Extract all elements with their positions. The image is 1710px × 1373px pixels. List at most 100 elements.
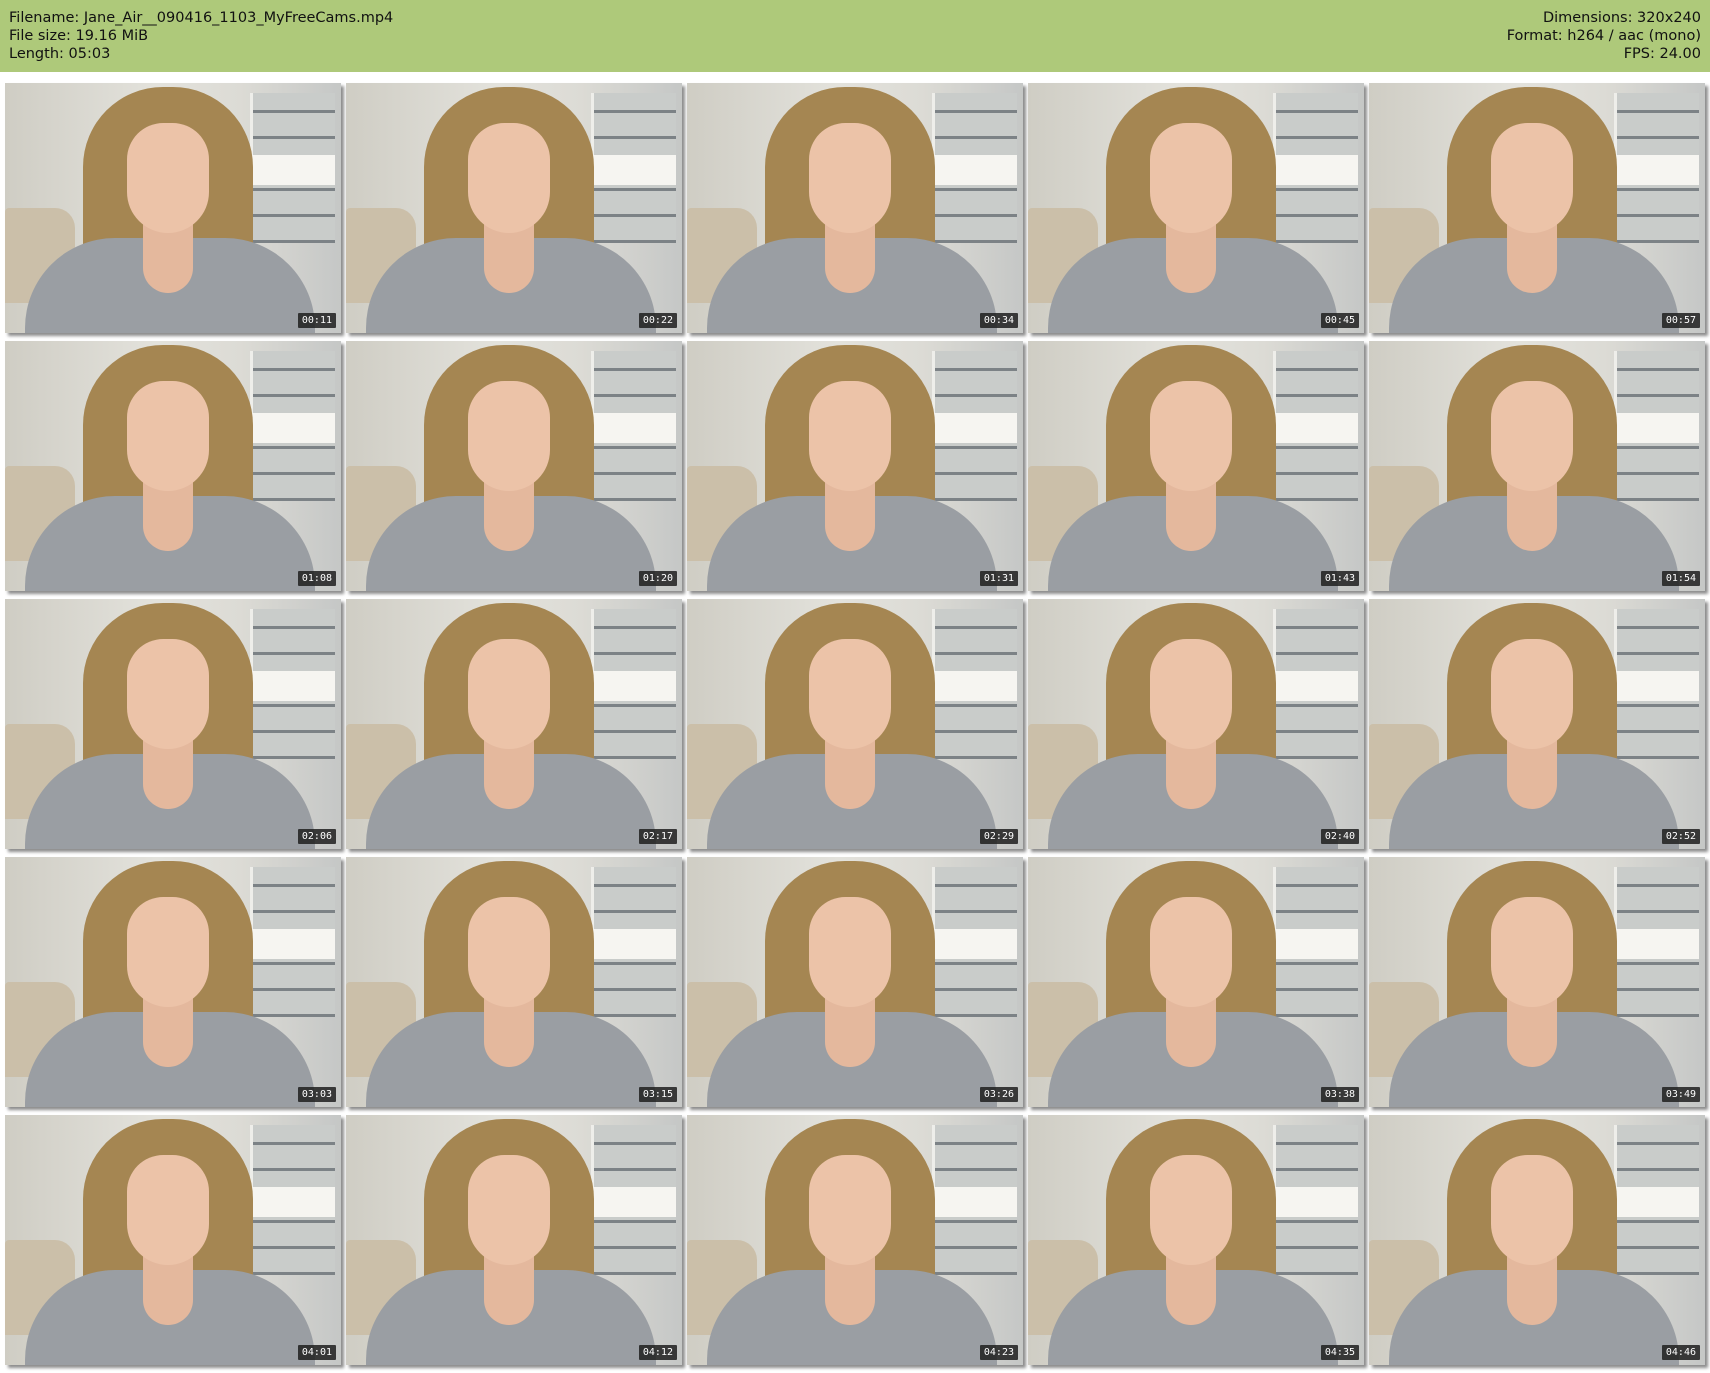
thumbnail-timestamp: 03:03 (297, 1087, 336, 1102)
thumbnail: 04:01 (5, 1115, 341, 1365)
face (1491, 381, 1573, 491)
face (468, 381, 550, 491)
neck (1166, 739, 1216, 809)
face (468, 639, 550, 749)
neck (484, 739, 534, 809)
face (1150, 123, 1232, 233)
thumbnail-timestamp: 04:01 (297, 1345, 336, 1360)
thumbnail-timestamp: 03:38 (1320, 1087, 1359, 1102)
thumbnail: 00:57 (1369, 83, 1705, 333)
thumbnail-timestamp: 01:20 (638, 571, 677, 586)
face (809, 897, 891, 1007)
neck (1507, 997, 1557, 1067)
thumbnail-timestamp: 00:34 (979, 313, 1018, 328)
thumbnail-timestamp: 02:52 (1661, 829, 1700, 844)
neck (1507, 223, 1557, 293)
neck (484, 1255, 534, 1325)
neck (1507, 481, 1557, 551)
neck (825, 223, 875, 293)
neck (1166, 1255, 1216, 1325)
thumbnail: 00:11 (5, 83, 341, 333)
face (127, 123, 209, 233)
thumbnail-timestamp: 03:15 (638, 1087, 677, 1102)
face (1491, 123, 1573, 233)
face (468, 123, 550, 233)
thumbnail: 00:34 (687, 83, 1023, 333)
neck (825, 739, 875, 809)
thumbnail: 01:54 (1369, 341, 1705, 591)
neck (1166, 997, 1216, 1067)
thumbnail-timestamp: 02:06 (297, 829, 336, 844)
thumbnail: 03:03 (5, 857, 341, 1107)
face (1150, 639, 1232, 749)
face (468, 897, 550, 1007)
thumbnail-timestamp: 02:17 (638, 829, 677, 844)
thumbnail-timestamp: 04:23 (979, 1345, 1018, 1360)
face (468, 1155, 550, 1265)
thumbnail: 03:38 (1028, 857, 1364, 1107)
neck (143, 997, 193, 1067)
face (1150, 381, 1232, 491)
thumbnail: 02:29 (687, 599, 1023, 849)
neck (484, 481, 534, 551)
face (809, 1155, 891, 1265)
neck (1166, 481, 1216, 551)
neck (143, 1255, 193, 1325)
thumbnail-timestamp: 03:49 (1661, 1087, 1700, 1102)
format-label: Format: h264 / aac (mono) (1506, 28, 1701, 44)
thumbnail-timestamp: 04:46 (1661, 1345, 1700, 1360)
thumbnail: 03:26 (687, 857, 1023, 1107)
face (1491, 1155, 1573, 1265)
thumbnail: 01:43 (1028, 341, 1364, 591)
thumbnail-timestamp: 01:08 (297, 571, 336, 586)
face (127, 897, 209, 1007)
thumbnail: 00:22 (346, 83, 682, 333)
face (809, 639, 891, 749)
thumbnail-timestamp: 04:12 (638, 1345, 677, 1360)
length-label: Length: 05:03 (9, 46, 111, 62)
thumbnail-timestamp: 04:35 (1320, 1345, 1359, 1360)
thumbnail-timestamp: 01:43 (1320, 571, 1359, 586)
header-left: Filename: Jane_Air__090416_1103_MyFreeCa… (9, 9, 393, 63)
thumbnail-timestamp: 01:31 (979, 571, 1018, 586)
neck (825, 481, 875, 551)
face (127, 1155, 209, 1265)
thumbnail-timestamp: 02:40 (1320, 829, 1359, 844)
neck (1166, 223, 1216, 293)
face (1491, 639, 1573, 749)
thumbnail: 02:40 (1028, 599, 1364, 849)
thumbnail-timestamp: 00:22 (638, 313, 677, 328)
neck (143, 481, 193, 551)
thumbnail-timestamp: 02:29 (979, 829, 1018, 844)
thumbnail-timestamp: 00:57 (1661, 313, 1700, 328)
thumbnail: 02:52 (1369, 599, 1705, 849)
thumbnail: 04:12 (346, 1115, 682, 1365)
face (127, 381, 209, 491)
filename-label: Filename: Jane_Air__090416_1103_MyFreeCa… (9, 10, 394, 26)
thumbnail: 02:17 (346, 599, 682, 849)
face (1150, 1155, 1232, 1265)
neck (484, 223, 534, 293)
dimensions-label: Dimensions: 320x240 (1542, 10, 1701, 26)
header-right: Dimensions: 320x240 Format: h264 / aac (… (1507, 9, 1701, 63)
thumbnail-timestamp: 03:26 (979, 1087, 1018, 1102)
thumbnail-timestamp: 00:11 (297, 313, 336, 328)
thumbnail: 04:23 (687, 1115, 1023, 1365)
neck (1507, 1255, 1557, 1325)
filesize-label: File size: 19.16 MiB (9, 28, 149, 44)
thumbnail-grid: 00:11 00:22 00:34 00:45 00:57 01:08 01:20 01:31… (5, 83, 1705, 1369)
thumbnail: 01:20 (346, 341, 682, 591)
face (809, 123, 891, 233)
neck (825, 997, 875, 1067)
thumbnail: 03:15 (346, 857, 682, 1107)
thumbnail-timestamp: 01:54 (1661, 571, 1700, 586)
fps-label: FPS: 24.00 (1623, 46, 1701, 62)
neck (484, 997, 534, 1067)
thumbnail: 01:08 (5, 341, 341, 591)
thumbnail: 01:31 (687, 341, 1023, 591)
face (809, 381, 891, 491)
face (1491, 897, 1573, 1007)
thumbnail: 04:35 (1028, 1115, 1364, 1365)
thumbnail-timestamp: 00:45 (1320, 313, 1359, 328)
thumbnail: 02:06 (5, 599, 341, 849)
